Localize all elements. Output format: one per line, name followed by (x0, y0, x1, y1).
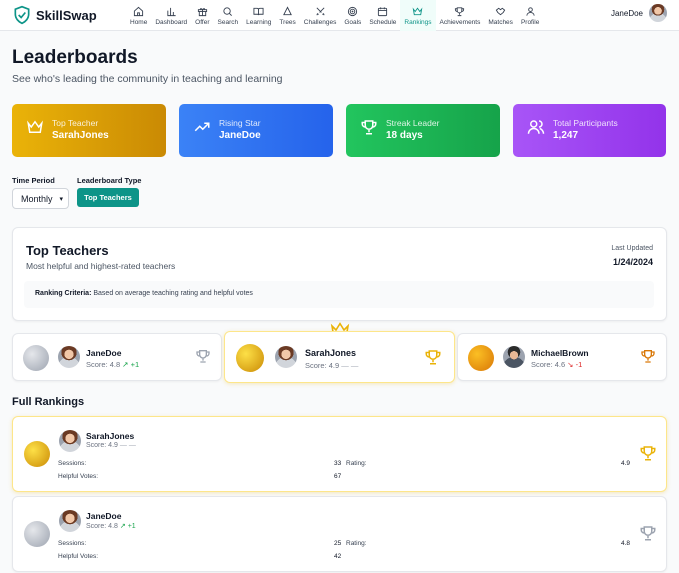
last-updated-value: 1/24/2024 (612, 257, 653, 267)
ranking-criteria: Ranking Criteria: Based on average teach… (24, 281, 654, 308)
brand-name: SkillSwap (36, 7, 97, 23)
trending-down-icon: ↘ (567, 360, 574, 369)
users-icon (527, 120, 545, 134)
gold-medal-icon (24, 441, 50, 467)
last-updated-label: Last Updated (611, 245, 653, 252)
podium-first[interactable]: SarahJones Score: 4.9 — — (224, 331, 455, 383)
ranking-row[interactable]: SarahJones Score: 4.9 — — Sessions: 33 R… (12, 416, 667, 492)
top-nav: SkillSwap Home Dashboard Offer Search Le… (0, 0, 679, 31)
avatar (503, 346, 525, 368)
trending-up-icon (194, 122, 210, 132)
page-subtitle: See who's leading the community in teach… (12, 73, 283, 85)
user-avatar (649, 4, 667, 22)
tree-icon (283, 5, 293, 15)
user-icon (526, 6, 535, 16)
calendar-icon (378, 6, 388, 16)
trophy-icon (640, 526, 656, 541)
time-period-label: Time Period (12, 176, 55, 185)
panel-description: Most helpful and highest-rated teachers (26, 261, 176, 271)
nav-dashboard[interactable]: Dashboard (151, 0, 191, 31)
silver-medal-icon (23, 345, 49, 371)
trending-up-icon: ↗ (119, 523, 126, 530)
nav-achievements[interactable]: Achievements (436, 0, 485, 31)
podium-second[interactable]: JaneDoe Score: 4.8 ↗ +1 (12, 333, 222, 381)
trophy-icon (361, 120, 377, 135)
user-menu[interactable]: JaneDoe (611, 4, 667, 22)
trophy-icon (641, 350, 655, 363)
crown-icon (27, 120, 43, 133)
brand[interactable]: SkillSwap (12, 5, 97, 25)
nav-rankings[interactable]: Rankings (400, 0, 436, 31)
user-name: JaneDoe (610, 8, 643, 18)
avatar (59, 430, 81, 452)
trophy-icon (640, 446, 656, 461)
nav-matches[interactable]: Matches (484, 0, 517, 31)
nav-trees[interactable]: Trees (275, 0, 299, 31)
ranking-row[interactable]: JaneDoe Score: 4.8 ↗ +1 Sessions: 25 Rat… (12, 496, 667, 572)
avatar (59, 510, 81, 532)
time-period-select[interactable]: Monthly ▾ (12, 188, 69, 209)
gold-medal-icon (236, 344, 264, 372)
stat-top-teacher: Top Teacher SarahJones (12, 104, 166, 157)
trophy-icon (196, 350, 210, 363)
full-rankings-title: Full Rankings (12, 396, 85, 408)
home-icon (134, 6, 144, 16)
avatar (58, 346, 80, 368)
stat-total-participants: Total Participants 1,247 (513, 104, 666, 157)
silver-medal-icon (24, 521, 50, 547)
crown-icon (413, 7, 423, 15)
nav-challenges[interactable]: Challenges (300, 0, 341, 31)
book-icon (253, 7, 264, 15)
panel-title: Top Teachers (26, 243, 109, 258)
gift-icon (197, 7, 207, 16)
nav-schedule[interactable]: Schedule (365, 0, 400, 31)
minus-icon: — (119, 442, 127, 449)
top-teachers-panel: Top Teachers Most helpful and highest-ra… (12, 227, 667, 321)
trophy-icon (455, 6, 465, 16)
trophy-icon (425, 350, 441, 365)
stat-rising-star: Rising Star JaneDoe (179, 104, 333, 157)
page-title: Leaderboards (12, 47, 138, 68)
trending-up-icon: ↗ (122, 360, 129, 369)
bar-chart-icon (167, 7, 176, 16)
bronze-medal-icon (468, 345, 494, 371)
leaderboard-type-label: Leaderboard Type (77, 176, 142, 185)
logo-shield-icon (14, 5, 30, 25)
stat-streak-leader: Streak Leader 18 days (346, 104, 500, 157)
chevron-down-icon: ▾ (59, 196, 63, 203)
nav-goals[interactable]: Goals (340, 0, 365, 31)
minus-icon: — (341, 361, 349, 370)
avatar (275, 346, 297, 368)
swords-icon (315, 7, 325, 15)
nav-items: Home Dashboard Offer Search Learning Tre… (126, 0, 543, 31)
handshake-icon (495, 7, 506, 15)
nav-profile[interactable]: Profile (517, 0, 543, 31)
nav-offer[interactable]: Offer (191, 0, 213, 31)
nav-home[interactable]: Home (126, 0, 151, 31)
leaderboard-type-button[interactable]: Top Teachers (77, 188, 139, 207)
search-icon (223, 6, 233, 16)
nav-learning[interactable]: Learning (242, 0, 275, 31)
target-icon (348, 6, 358, 16)
podium-third[interactable]: MichaelBrown Score: 4.6 ↘ -1 (457, 333, 667, 381)
nav-search[interactable]: Search (214, 0, 243, 31)
